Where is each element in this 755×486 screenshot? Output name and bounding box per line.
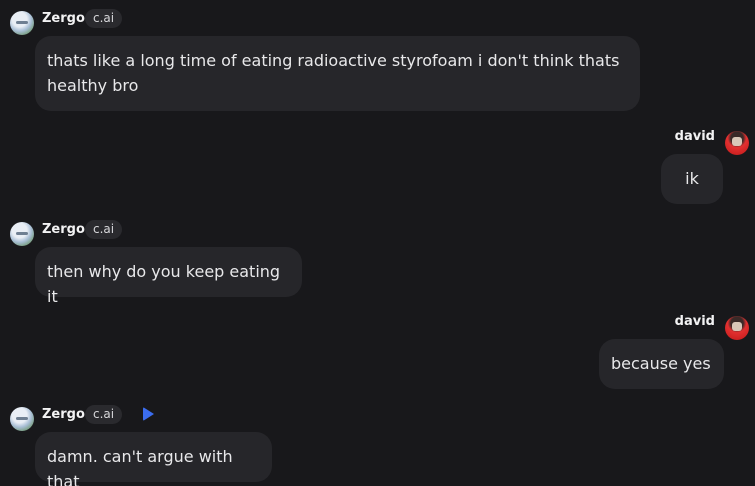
bot-name[interactable]: Zergo [42, 11, 85, 26]
bot-tag: c.ai [85, 9, 123, 28]
bot-message: Zergo c.ai thats like a long time of eat… [0, 0, 755, 115]
user-message: david because yes [0, 305, 755, 395]
user-message: david ik [0, 120, 755, 210]
user-name[interactable]: david [675, 129, 715, 144]
bot-name[interactable]: Zergo [42, 407, 85, 422]
airplane-icon [16, 21, 28, 24]
message-bubble[interactable]: damn. can't argue with that [35, 432, 272, 486]
bot-tag: c.ai [85, 220, 123, 239]
message-bubble[interactable]: because yes [599, 339, 724, 389]
bot-avatar[interactable] [10, 222, 34, 246]
airplane-icon [16, 232, 28, 235]
portrait-icon [732, 137, 742, 146]
bot-message: Zergo c.ai damn. can't argue with that [0, 397, 755, 486]
chat-window: Zergo c.ai thats like a long time of eat… [0, 0, 755, 486]
bot-avatar[interactable] [10, 407, 34, 431]
message-bubble[interactable]: thats like a long time of eating radioac… [35, 36, 640, 111]
bot-message: Zergo c.ai then why do you keep eating i… [0, 212, 755, 306]
user-name[interactable]: david [675, 314, 715, 329]
user-avatar[interactable] [725, 316, 749, 340]
portrait-icon [732, 322, 742, 331]
play-voice-icon[interactable] [143, 407, 154, 421]
message-bubble[interactable]: then why do you keep eating it [35, 247, 302, 306]
bot-name[interactable]: Zergo [42, 222, 85, 237]
airplane-icon [16, 417, 28, 420]
message-bubble[interactable]: ik [661, 154, 723, 204]
user-avatar[interactable] [725, 131, 749, 155]
bot-avatar[interactable] [10, 11, 34, 35]
bot-tag: c.ai [85, 405, 123, 424]
